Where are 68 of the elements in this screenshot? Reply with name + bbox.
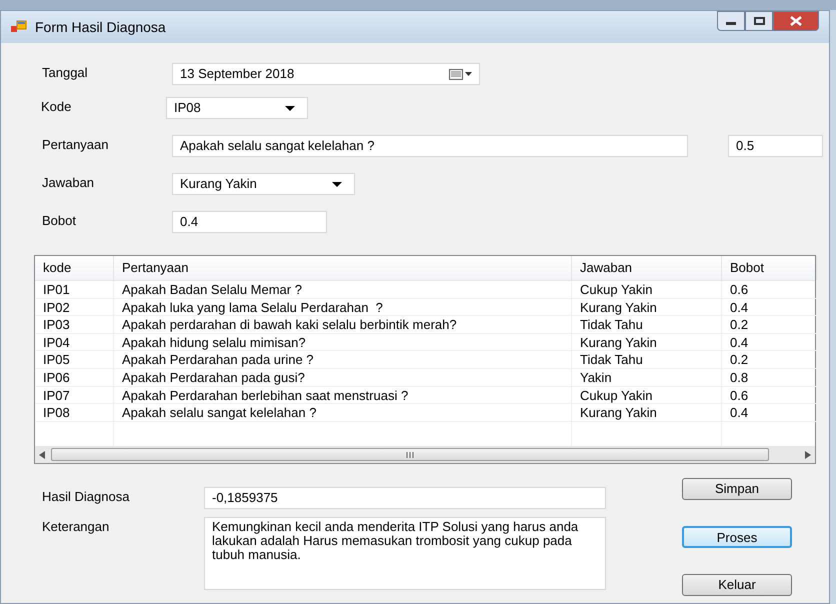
text-field[interactable]: 0.4	[172, 211, 327, 233]
table-cell: IP01	[35, 281, 114, 299]
text-field[interactable]: Apakah selalu sangat kelelahan ?	[172, 135, 688, 157]
table-cell: Cukup Yakin	[572, 386, 722, 404]
action-button[interactable]: Simpan	[682, 478, 792, 500]
table-cell: IP02	[35, 298, 114, 316]
close-button[interactable]	[773, 11, 819, 31]
table-cell: Cukup Yakin	[572, 281, 722, 299]
dropdown-arrow-icon	[332, 182, 342, 186]
table-cell: Apakah Badan Selalu Memar ?	[114, 281, 572, 299]
field-label: Bobot	[42, 212, 77, 230]
text-field[interactable]: 0.5	[728, 135, 823, 157]
table-cell: 0.4	[722, 298, 817, 316]
table-cell: 0.4	[722, 334, 817, 352]
grip-icon	[406, 452, 414, 458]
table-cell: Tidak Tahu	[572, 351, 722, 369]
minimize-button[interactable]	[717, 11, 745, 31]
action-button[interactable]: Keluar	[682, 574, 792, 596]
table-cell: Apakah selalu sangat kelelahan ?	[114, 404, 572, 422]
window-icon	[11, 20, 27, 34]
table-cell: IP08	[35, 404, 114, 422]
table-cell: Apakah Perdarahan pada gusi?	[114, 368, 572, 387]
field-label: Tanggal	[42, 64, 89, 82]
table-cell: Apakah hidung selalu mimisan?	[114, 334, 572, 352]
field-label: Pertanyaan	[42, 136, 110, 154]
table-cell: 0.2	[722, 316, 817, 334]
action-button[interactable]: Proses	[682, 526, 792, 548]
dropdown-arrow-icon	[285, 106, 295, 110]
table-cell: IP06	[35, 368, 114, 387]
calendar-icon	[449, 68, 473, 80]
table-cell: Kurang Yakin	[572, 404, 722, 422]
table-cell: 0.6	[722, 386, 817, 404]
column-header[interactable]: Pertanyaan	[114, 256, 572, 280]
maximize-button[interactable]	[745, 11, 773, 31]
field-label: Kode	[41, 98, 72, 116]
table-cell: Apakah Perdarahan berlebihan saat menstruasi ?	[114, 386, 572, 404]
scroll-thumb[interactable]	[51, 448, 769, 461]
window-title: Form Hasil Diagnosa	[35, 18, 166, 37]
horizontal-scrollbar[interactable]	[35, 446, 815, 463]
table-cell: 0.8	[722, 368, 817, 387]
table-cell: IP04	[35, 334, 114, 352]
table-cell: Apakah Perdarahan pada urine ?	[114, 351, 572, 369]
description-textarea[interactable]: Kemungkinan kecil anda menderita ITP Solusi yang harus anda lakukan adalah Harus memasukan trombosit yang cukup pada tubuh manusia.	[204, 517, 606, 590]
scroll-left-icon	[39, 450, 45, 458]
table-cell: IP03	[35, 316, 114, 334]
field-label: Keterangan	[42, 518, 110, 536]
table-cell: 0.2	[722, 351, 817, 369]
table-cell: 0.4	[722, 404, 817, 422]
column-header[interactable]: Bobot	[722, 256, 817, 280]
scroll-right-icon	[805, 450, 811, 458]
text-field[interactable]: -0,1859375	[204, 487, 606, 509]
field-label: Jawaban	[42, 174, 96, 192]
date-picker[interactable]: 13 September 2018	[172, 63, 480, 85]
dropdown[interactable]: IP08	[166, 97, 308, 119]
table-cell: 0.6	[722, 281, 817, 299]
table-cell: Kurang Yakin	[572, 298, 722, 316]
table-cell: Yakin	[572, 368, 722, 387]
table-cell: IP07	[35, 386, 114, 404]
table-cell: Kurang Yakin	[572, 334, 722, 352]
table-cell: Apakah luka yang lama Selalu Perdarahan ?	[114, 298, 572, 316]
column-header[interactable]: kode	[35, 256, 114, 280]
table-cell: Tidak Tahu	[572, 316, 722, 334]
dropdown[interactable]: Kurang Yakin	[172, 173, 355, 195]
field-label: Hasil Diagnosa	[42, 488, 130, 506]
table-cell: Apakah perdarahan di bawah kaki selalu berbintik merah?	[114, 316, 572, 334]
table-cell: IP05	[35, 351, 114, 369]
close-icon	[790, 16, 802, 26]
column-header[interactable]: Jawaban	[572, 256, 722, 280]
